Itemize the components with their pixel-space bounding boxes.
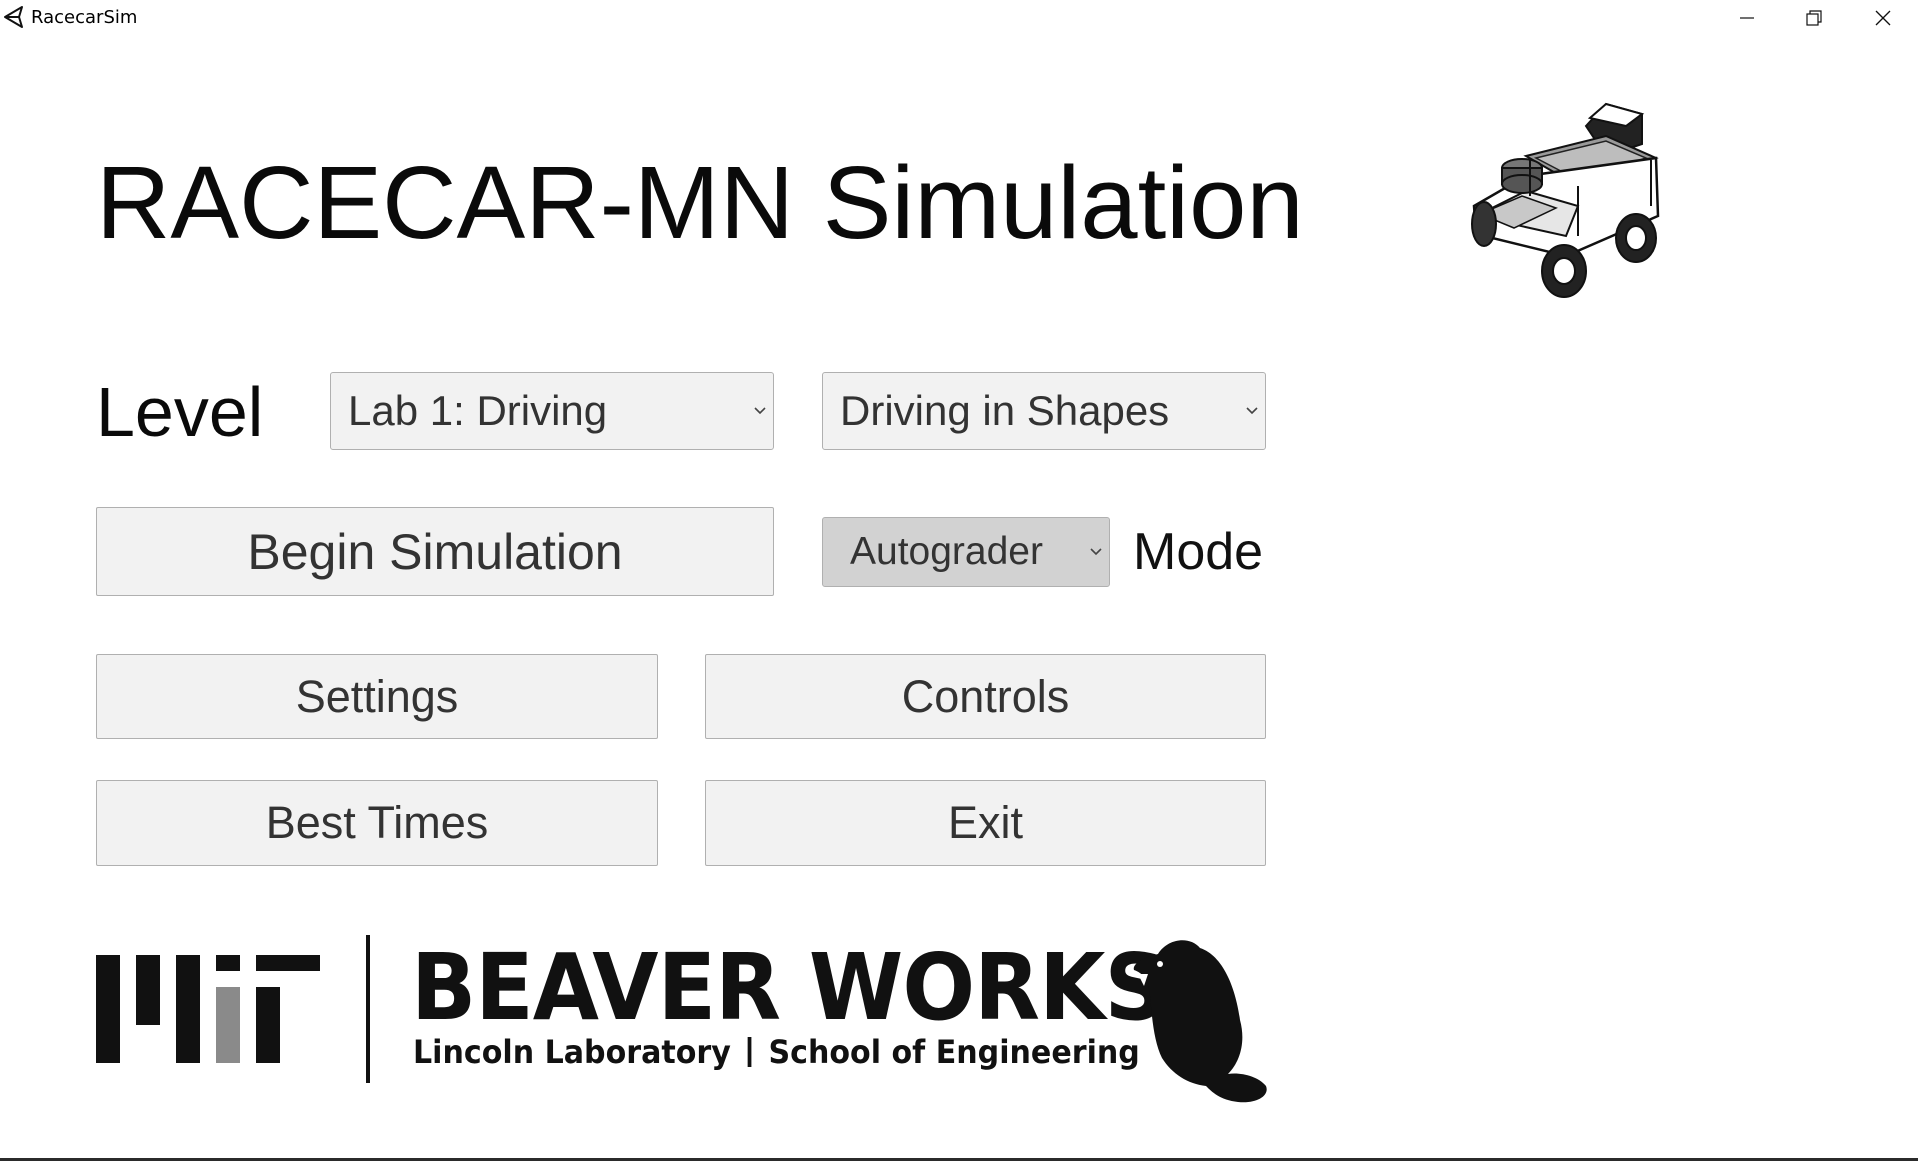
best-times-button[interactable]: Best Times [96, 780, 658, 866]
begin-simulation-button[interactable]: Begin Simulation [96, 507, 774, 596]
chevron-down-icon [1246, 407, 1258, 415]
activity-select[interactable]: Driving in Shapes [822, 372, 1266, 450]
restore-button[interactable] [1781, 0, 1847, 36]
logo-divider [366, 935, 370, 1083]
window-titlebar[interactable]: RacecarSim [0, 0, 1918, 36]
lab-select-value: Lab 1: Driving [348, 387, 608, 434]
mode-select-value: Autograder [850, 530, 1043, 573]
subtitle-divider [747, 1037, 752, 1067]
settings-button[interactable]: Settings [96, 654, 658, 739]
beaver-works-title: BEAVER WORKS [411, 934, 1166, 1041]
controls-button[interactable]: Controls [705, 654, 1266, 739]
activity-select-value: Driving in Shapes [840, 387, 1170, 434]
chevron-down-icon [1090, 548, 1102, 556]
beaver-icon [1133, 940, 1267, 1103]
mit-logo [96, 955, 320, 1063]
close-icon [1875, 10, 1891, 26]
beaver-works-subtitle: Lincoln Laboratory School of Engineering [413, 1032, 1140, 1072]
unity-icon [4, 6, 23, 28]
mode-select[interactable]: Autograder [822, 517, 1110, 587]
minimize-button[interactable] [1714, 0, 1780, 36]
restore-icon [1806, 10, 1822, 26]
exit-button[interactable]: Exit [705, 780, 1266, 866]
level-label: Level [96, 373, 264, 451]
lincoln-lab-text: Lincoln Laboratory [413, 1033, 731, 1071]
racecar-illustration [1471, 102, 1660, 298]
lab-select[interactable]: Lab 1: Driving [330, 372, 774, 450]
chevron-down-icon [754, 407, 766, 415]
minimize-icon [1740, 17, 1754, 19]
close-button[interactable] [1850, 0, 1916, 36]
window-title: RacecarSim [31, 7, 138, 28]
page-title: RACECAR-MN Simulation [96, 145, 1304, 260]
school-engineering-text: School of Engineering [768, 1033, 1140, 1071]
mode-label: Mode [1133, 523, 1264, 581]
